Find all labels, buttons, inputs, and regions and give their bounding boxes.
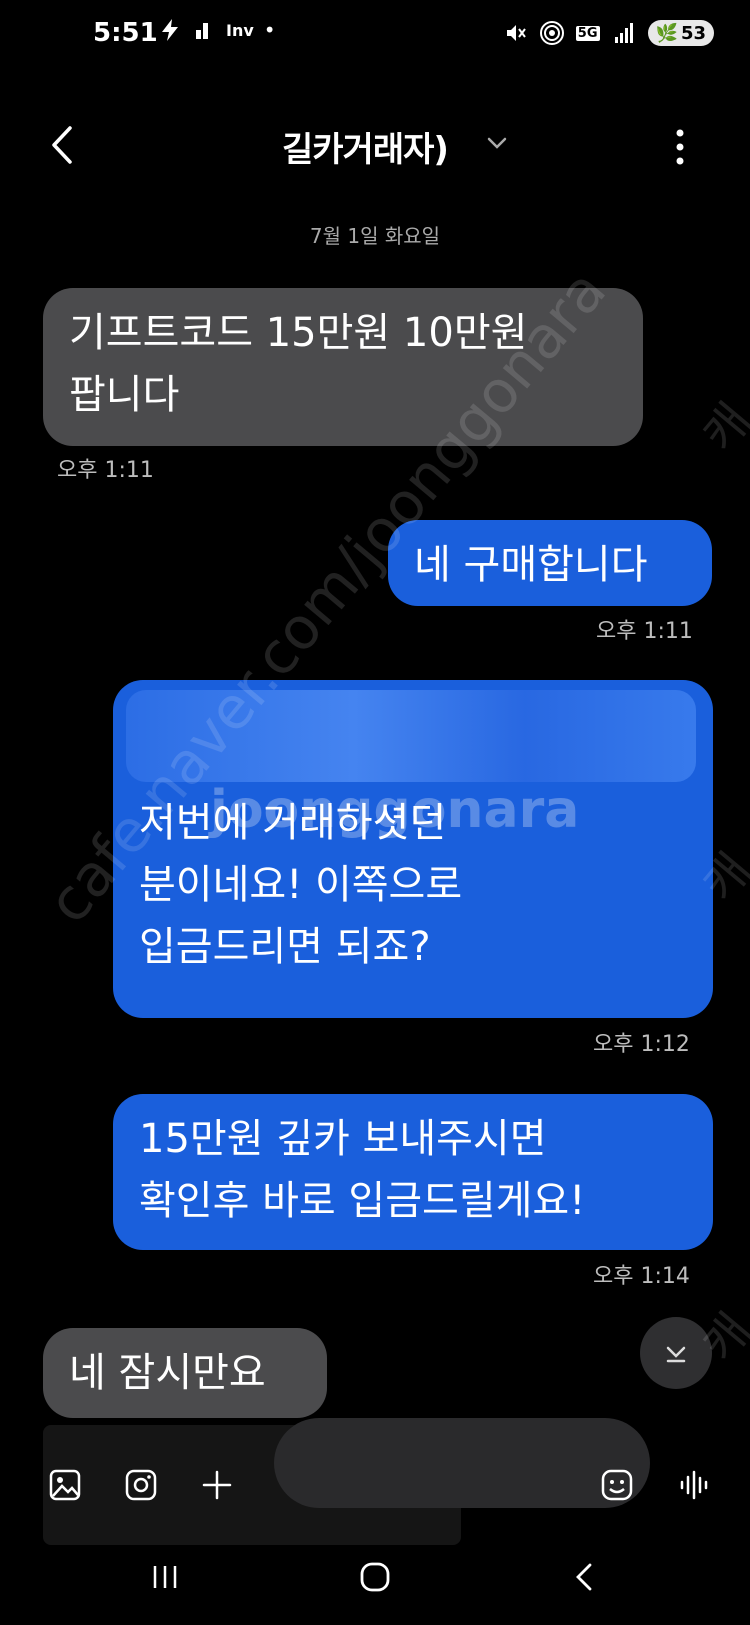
battery-indicator: 🌿 53 [647,20,714,46]
emoji-sticker-icon[interactable] [600,1468,634,1502]
recent-apps-icon[interactable] [148,1560,182,1594]
status-right-icons: 5G 🌿 53 [504,20,714,46]
sent-message[interactable]: 15만원 깊카 보내주시면 확인후 바로 입금드릴게요! [113,1094,713,1250]
received-message[interactable]: 네 잠시만요 [43,1328,327,1418]
carrier-text: Inv [226,20,254,40]
hotspot-icon [539,21,564,45]
network-label: 5G [575,25,600,41]
nav-back-icon[interactable] [568,1560,602,1594]
message-time: 오후 1:11 [596,619,693,644]
add-icon[interactable] [200,1468,234,1502]
conversation-title[interactable]: 길카거래자) [282,122,449,171]
voice-input-icon[interactable] [678,1468,712,1502]
message-time: 오후 1:12 [593,1032,690,1057]
battery-level: 53 [680,22,706,44]
message-time: 오후 1:14 [593,1264,690,1289]
cell-signal-icon [614,23,633,43]
lightning-icon [162,19,178,41]
signal-small-icon [196,23,208,39]
back-icon[interactable] [42,120,82,170]
sent-message[interactable]: 네 구매합니다 [388,520,712,606]
watermark-side: 캐 [692,393,750,464]
camera-icon[interactable] [124,1468,158,1502]
message-input[interactable] [274,1418,650,1508]
home-icon[interactable] [358,1560,392,1594]
message-time: 오후 1:11 [57,458,154,483]
watermark-logo: joonggonara [210,780,580,840]
status-time: 5:51 [93,18,158,48]
more-options-icon[interactable] [668,125,692,169]
mute-icon [506,25,526,41]
status-left-icons: Inv • [158,18,276,42]
leaf-icon: 🌿 [655,22,678,44]
dot-icon: • [263,18,276,42]
date-separator: 7월 1일 화요일 [309,224,441,248]
chevron-down-icon[interactable] [484,130,510,156]
gallery-icon[interactable] [48,1468,82,1502]
scroll-down-icon [666,1346,686,1363]
